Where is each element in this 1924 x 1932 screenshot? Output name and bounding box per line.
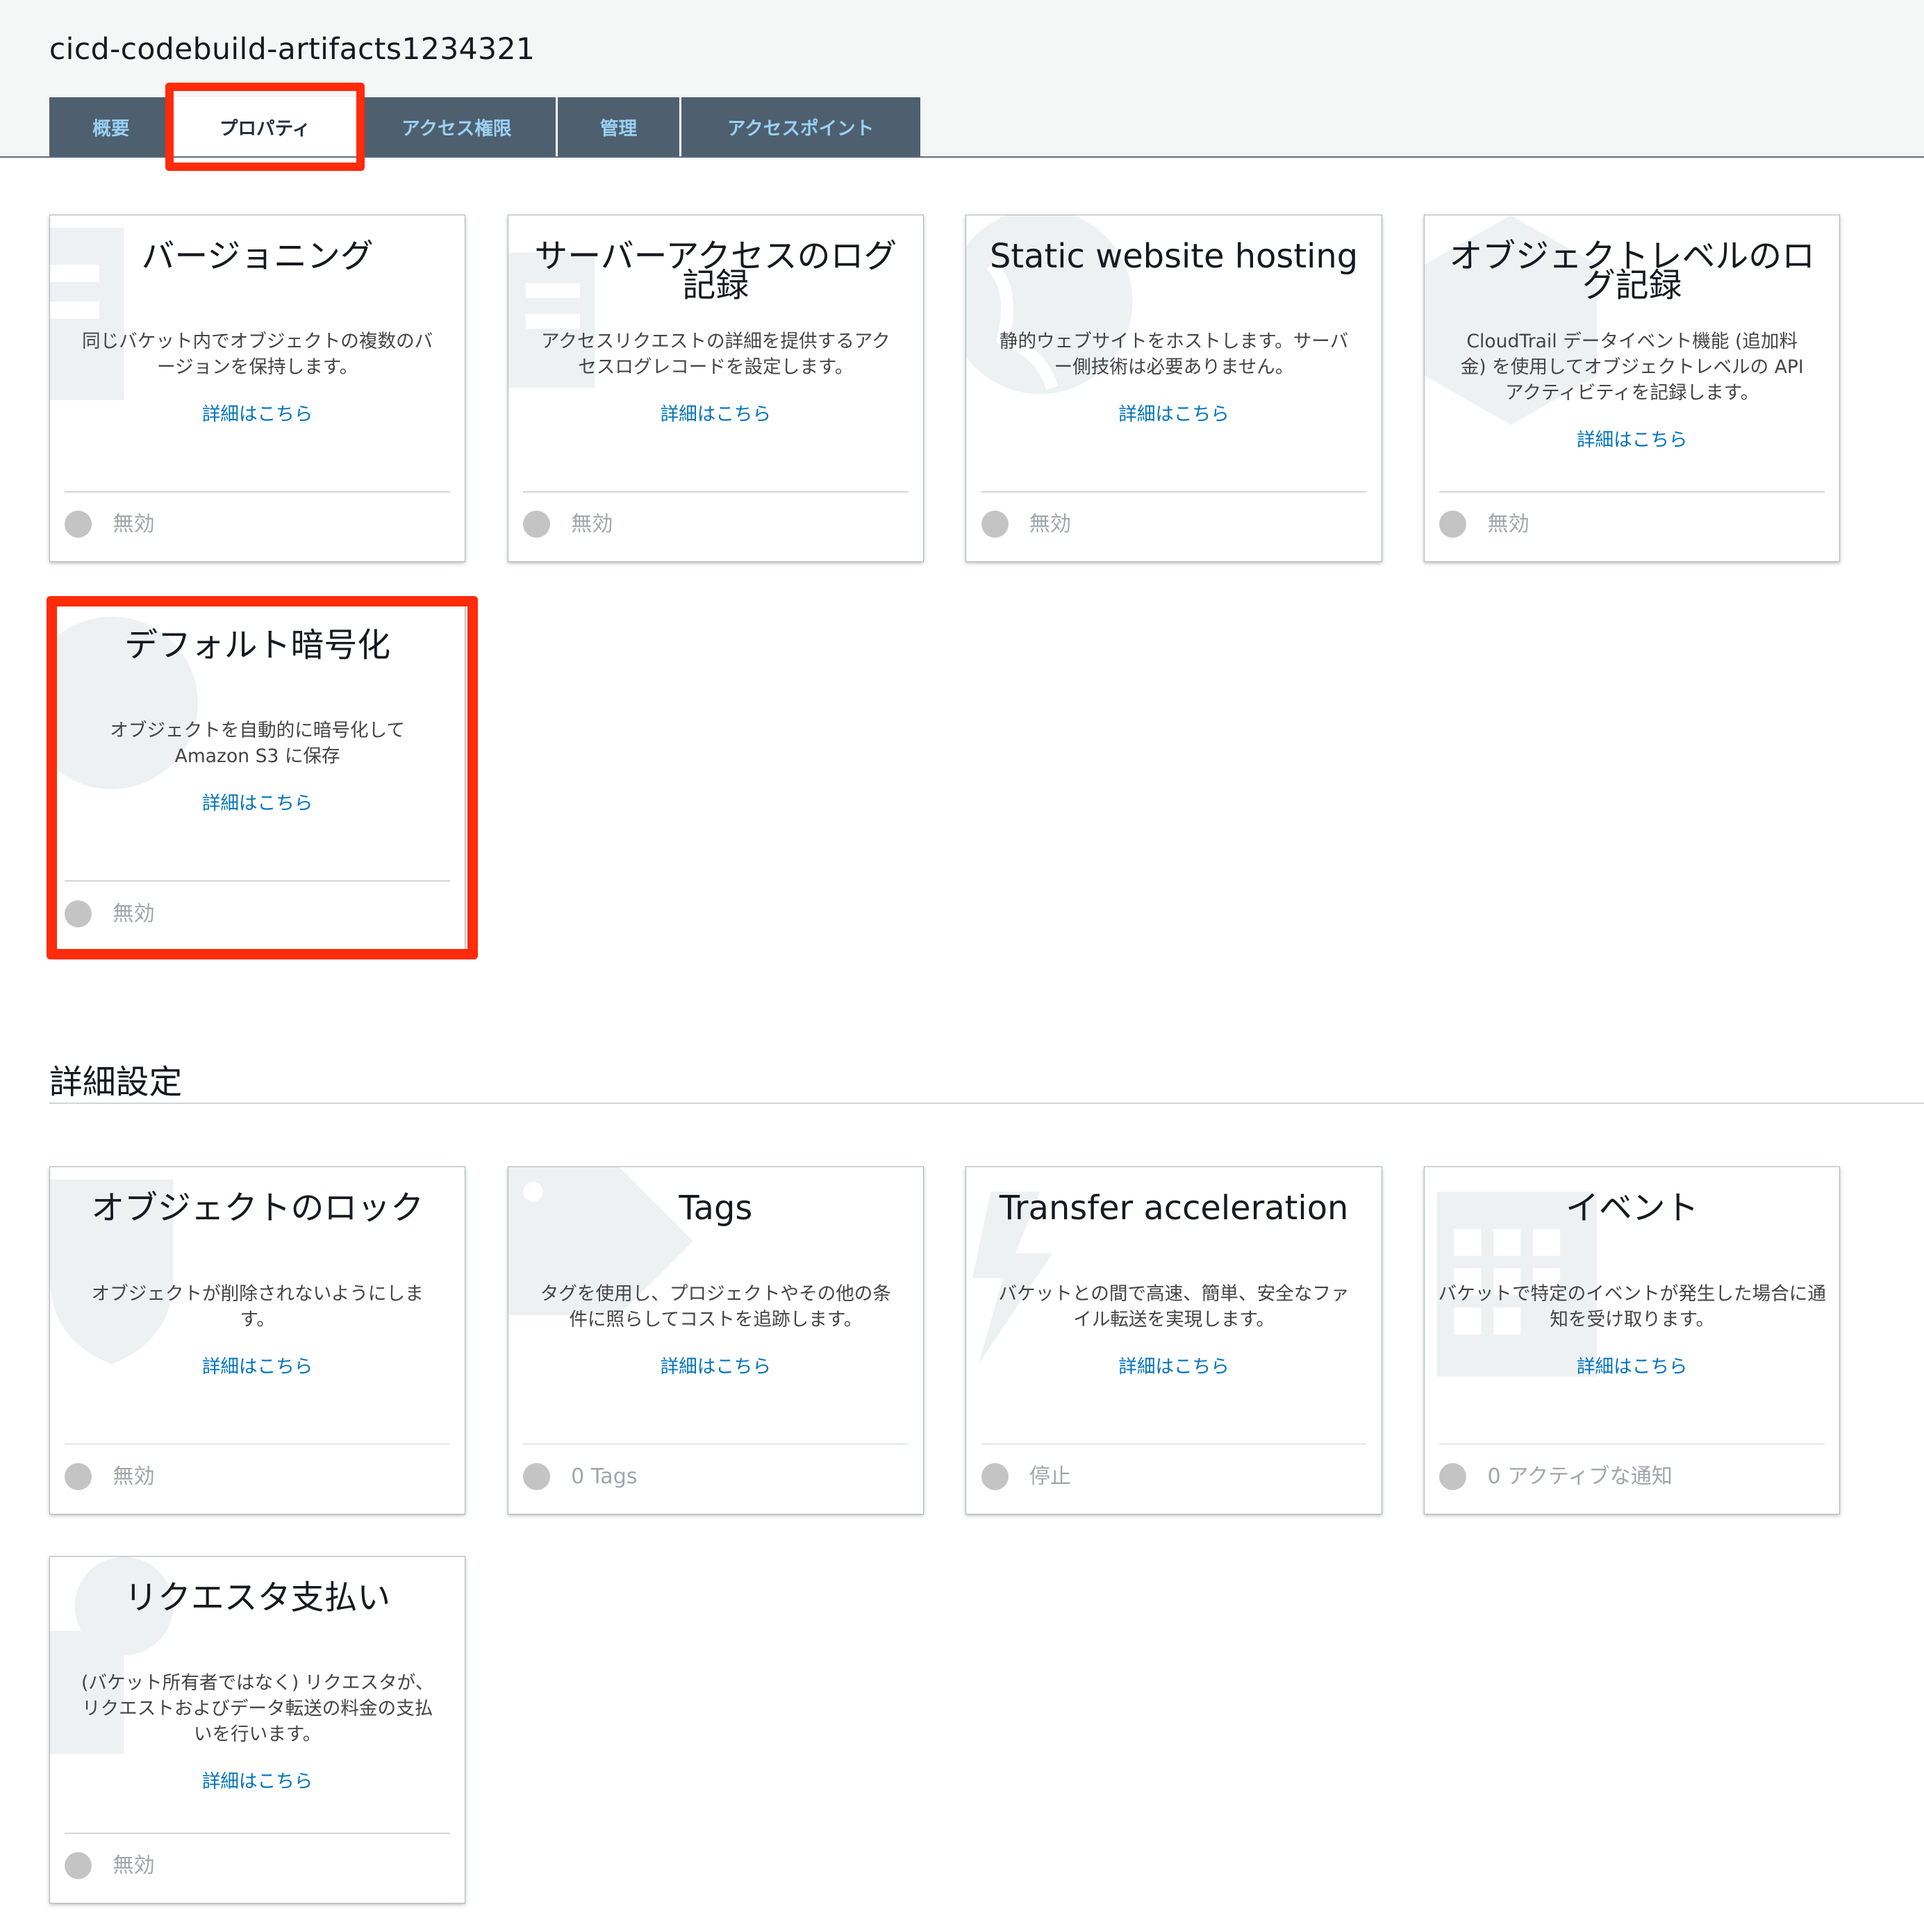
status-indicator: [65, 511, 92, 538]
tab-highlight-annotation: [165, 82, 365, 172]
card-description: タグを使用し、プロジェクトやその他の条件に照らしてコストを追跡します。: [540, 1282, 891, 1330]
card-title: Static website hosting: [989, 237, 1359, 276]
tab-management[interactable]: 管理: [558, 97, 681, 157]
card-divider: [522, 1443, 909, 1445]
card-object-lock[interactable]: オブジェクトのロック オブジェクトが削除されないようにします。 詳細はこちら 無…: [49, 1166, 466, 1514]
card-title: リクエスタ支払い: [124, 1578, 391, 1617]
section-divider: [49, 1103, 1924, 1104]
card-divider: [981, 490, 1367, 493]
status-text: 無効: [113, 1853, 155, 1879]
card-server-access-logging[interactable]: サーバーアクセスのログ記録 アクセスリクエストの詳細を提供するアクセスログレコー…: [507, 214, 924, 562]
status-indicator: [522, 1463, 550, 1491]
card-divider: [981, 1443, 1367, 1445]
card-requester-pays[interactable]: リクエスタ支払い (バケット所有者ではなく) リクエスタが、リクエストおよびデー…: [49, 1555, 466, 1904]
status-text: 停止: [1029, 1464, 1072, 1489]
status-indicator: [522, 511, 550, 538]
card-description: (バケット所有者ではなく) リクエスタが、リクエストおよびデータ転送の料金の支払…: [81, 1671, 434, 1746]
card-description: CloudTrail データイベント機能 (追加料金) を使用してオブジェクトレ…: [1460, 330, 1804, 404]
status-indicator: [65, 1852, 92, 1880]
card-tags[interactable]: Tags タグを使用し、プロジェクトやその他の条件に照らしてコストを追跡します。…: [507, 1166, 924, 1514]
card-divider: [65, 1833, 451, 1834]
status-text: 0 Tags: [571, 1464, 638, 1489]
learn-more-link[interactable]: 詳細はこちら: [1425, 1351, 1839, 1378]
status-indicator: [1439, 511, 1467, 538]
status-text: 無効: [113, 512, 155, 537]
status-indicator: [981, 1463, 1009, 1491]
card-highlight-annotation: [47, 596, 479, 960]
card-versioning[interactable]: バージョニング 同じバケット内でオブジェクトの複数のバージョンを保持します。 詳…: [49, 214, 466, 562]
card-description: 静的ウェブサイトをホストします。サーバー側技術は必要ありません。: [999, 330, 1349, 378]
card-title: イベント: [1566, 1189, 1699, 1228]
learn-more-link[interactable]: 詳細はこちら: [50, 399, 465, 426]
tab-permissions[interactable]: アクセス権限: [357, 97, 558, 157]
card-title: オブジェクトレベルのログ記録: [1449, 237, 1816, 306]
card-description: アクセスリクエストの詳細を提供するアクセスログレコードを設定します。: [541, 330, 890, 378]
status-indicator: [65, 1463, 92, 1491]
card-divider: [65, 1443, 451, 1445]
card-title: Tags: [679, 1189, 753, 1228]
tab-overview[interactable]: 概要: [49, 97, 175, 157]
card-description: バケットとの間で高速、簡単、安全なファイル転送を実現します。: [998, 1282, 1350, 1330]
learn-more-link[interactable]: 詳細はこちら: [508, 1351, 923, 1378]
card-description: 同じバケット内でオブジェクトの複数のバージョンを保持します。: [81, 330, 433, 378]
card-transfer-acceleration[interactable]: Transfer acceleration バケットとの間で高速、簡単、安全なフ…: [965, 1166, 1382, 1514]
advanced-settings-title: 詳細設定: [49, 1064, 183, 1103]
card-divider: [522, 490, 909, 493]
learn-more-link[interactable]: 詳細はこちら: [966, 1351, 1381, 1378]
status-text: 無効: [113, 1464, 155, 1489]
learn-more-link[interactable]: 詳細はこちら: [966, 399, 1381, 426]
card-divider: [1439, 1443, 1825, 1445]
card-title: バージョニング: [141, 237, 374, 276]
card-object-level-logging[interactable]: オブジェクトレベルのログ記録 CloudTrail データイベント機能 (追加料…: [1424, 214, 1841, 562]
learn-more-link[interactable]: 詳細はこちら: [50, 1351, 465, 1378]
card-divider: [1439, 490, 1825, 493]
status-text: 無効: [1487, 512, 1529, 537]
card-title: サーバーアクセスのログ記録: [534, 237, 897, 306]
card-title: Transfer acceleration: [999, 1189, 1349, 1228]
tab-access-points[interactable]: アクセスポイント: [681, 97, 920, 157]
card-title: オブジェクトのロック: [91, 1189, 424, 1228]
card-divider: [65, 490, 451, 493]
learn-more-link[interactable]: 詳細はこちら: [508, 399, 923, 426]
status-text: 無効: [1029, 512, 1072, 537]
status-text: 0 アクティブな通知: [1487, 1464, 1673, 1489]
card-description: バケットで特定のイベントが発生した場合に通知を受け取ります。: [1438, 1282, 1826, 1330]
learn-more-link[interactable]: 詳細はこちら: [50, 1766, 465, 1793]
bucket-name-title: cicd-codebuild-artifacts1234321: [49, 32, 536, 67]
status-text: 無効: [571, 512, 613, 537]
status-indicator: [1439, 1463, 1467, 1491]
card-events[interactable]: イベント バケットで特定のイベントが発生した場合に通知を受け取ります。 詳細はこ…: [1424, 1166, 1841, 1514]
learn-more-link[interactable]: 詳細はこちら: [1425, 424, 1839, 452]
card-static-website-hosting[interactable]: Static website hosting 静的ウェブサイトをホストします。サ…: [965, 214, 1382, 562]
card-description: オブジェクトが削除されないようにします。: [91, 1282, 424, 1330]
status-indicator: [981, 511, 1009, 538]
